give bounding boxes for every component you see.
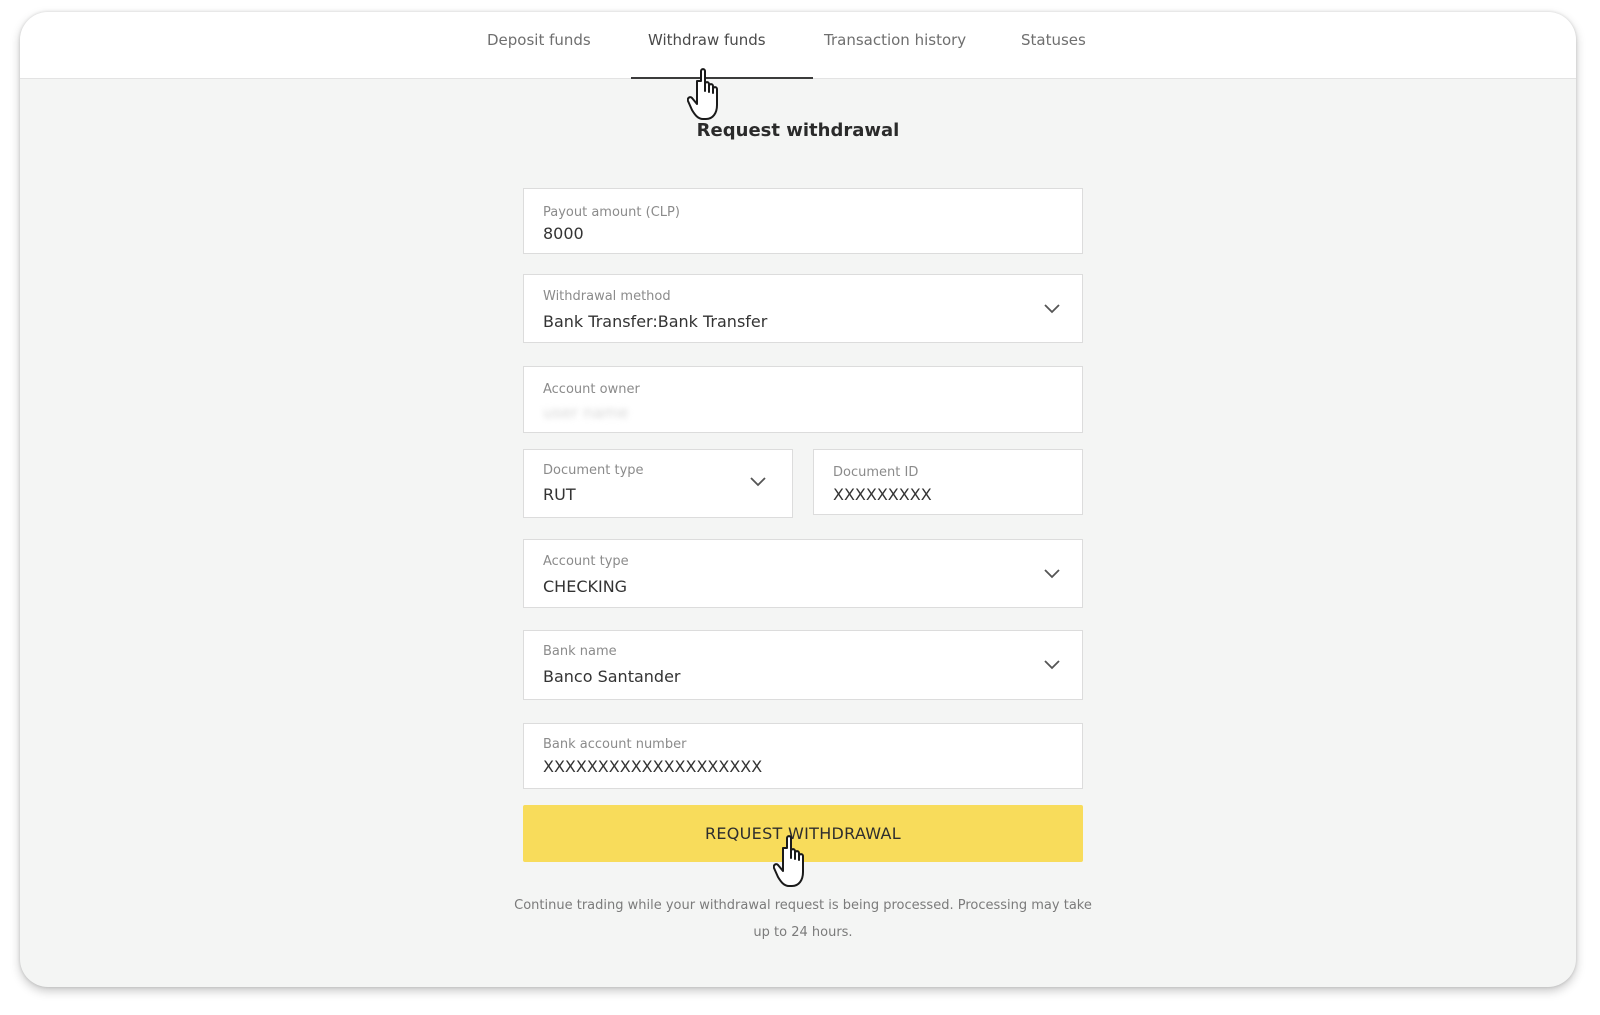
withdrawal-method-label: Withdrawal method: [543, 289, 671, 304]
bank-account-number-field[interactable]: Bank account number XXXXXXXXXXXXXXXXXXXX: [523, 723, 1083, 789]
payout-amount-label: Payout amount (CLP): [543, 205, 680, 220]
document-id-value[interactable]: XXXXXXXXX: [833, 485, 932, 504]
hand-pointer-cursor-icon: [687, 68, 718, 120]
document-type-label: Document type: [543, 463, 644, 478]
withdrawal-method-value: Bank Transfer:Bank Transfer: [543, 312, 768, 331]
account-owner-value[interactable]: user name: [543, 403, 628, 422]
bank-name-select[interactable]: Bank name Banco Santander: [523, 630, 1083, 700]
top-navigation: Deposit funds Withdraw funds Transaction…: [20, 12, 1576, 79]
bank-name-label: Bank name: [543, 644, 617, 659]
hand-pointer-cursor-icon: [773, 835, 804, 887]
account-owner-field[interactable]: Account owner user name: [523, 366, 1083, 433]
app-window: Deposit funds Withdraw funds Transaction…: [20, 12, 1576, 987]
account-type-value: CHECKING: [543, 577, 628, 596]
account-type-label: Account type: [543, 554, 629, 569]
chevron-down-icon: [1044, 304, 1060, 314]
bank-account-number-label: Bank account number: [543, 737, 687, 752]
payout-amount-value[interactable]: 8000: [543, 224, 584, 243]
document-id-label: Document ID: [833, 465, 919, 480]
account-owner-label: Account owner: [543, 382, 640, 397]
payout-amount-field[interactable]: Payout amount (CLP) 8000: [523, 188, 1083, 254]
bank-name-value: Banco Santander: [543, 667, 681, 686]
account-type-select[interactable]: Account type CHECKING: [523, 539, 1083, 608]
chevron-down-icon: [1044, 569, 1060, 579]
tab-deposit-funds[interactable]: Deposit funds: [487, 31, 591, 49]
bank-account-number-value[interactable]: XXXXXXXXXXXXXXXXXXXX: [543, 757, 762, 776]
page-title: Request withdrawal: [696, 120, 900, 141]
tab-withdraw-funds[interactable]: Withdraw funds: [648, 31, 766, 49]
document-type-select[interactable]: Document type RUT: [523, 449, 793, 518]
processing-note: Continue trading while your withdrawal r…: [514, 898, 1092, 940]
tab-transaction-history[interactable]: Transaction history: [824, 31, 966, 49]
document-id-field[interactable]: Document ID XXXXXXXXX: [813, 449, 1083, 515]
document-type-value: RUT: [543, 485, 576, 504]
tab-statuses[interactable]: Statuses: [1021, 31, 1086, 49]
chevron-down-icon: [1044, 660, 1060, 670]
withdrawal-method-select[interactable]: Withdrawal method Bank Transfer:Bank Tra…: [523, 274, 1083, 343]
chevron-down-icon: [750, 477, 766, 487]
